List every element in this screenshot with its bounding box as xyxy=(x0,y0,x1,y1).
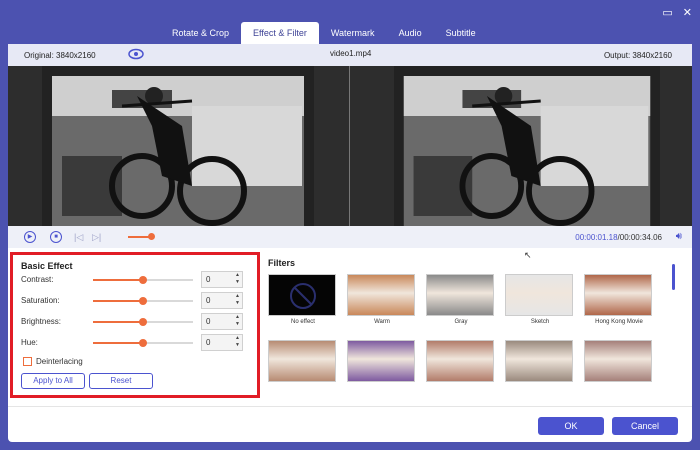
tab-subtitle[interactable]: Subtitle xyxy=(434,22,488,44)
brightness-row: Brightness: 0 ▲ ▼ xyxy=(21,313,251,331)
previous-frame-icon[interactable]: |◁ xyxy=(74,232,83,243)
file-name: video1.mp4 xyxy=(330,49,372,58)
original-preview xyxy=(42,66,314,226)
original-resolution: Original: 3840x2160 xyxy=(24,51,96,60)
hue-row: Hue: 0 ▲ ▼ xyxy=(21,334,251,352)
filter-thumbnail[interactable] xyxy=(268,340,336,382)
close-icon[interactable]: ✕ xyxy=(683,6,692,19)
tab-watermark[interactable]: Watermark xyxy=(319,22,387,44)
saturation-label: Saturation: xyxy=(21,296,60,305)
hue-handle[interactable] xyxy=(139,339,147,347)
preview-info-bar: Original: 3840x2160 video1.mp4 Output: 3… xyxy=(8,44,692,66)
filter-thumbnail[interactable] xyxy=(505,274,573,316)
mouse-cursor-icon: ↖ xyxy=(524,250,532,260)
dialog-footer: OK Cancel xyxy=(8,406,692,442)
filter-thumbnail[interactable] xyxy=(426,340,494,382)
saturation-value: 0 xyxy=(206,296,211,305)
next-frame-icon[interactable]: ▷| xyxy=(92,232,101,243)
cancel-button[interactable]: Cancel xyxy=(612,417,678,435)
filter-thumbnail[interactable] xyxy=(268,274,336,316)
ok-button[interactable]: OK xyxy=(538,417,604,435)
contrast-handle[interactable] xyxy=(139,276,147,284)
brightness-value: 0 xyxy=(206,317,211,326)
saturation-stepper[interactable]: 0 ▲ ▼ xyxy=(201,292,243,309)
maximize-icon[interactable]: ▭ xyxy=(662,6,672,19)
stepper-arrows-icon[interactable]: ▲ ▼ xyxy=(235,335,240,349)
brightness-slider[interactable] xyxy=(93,318,193,326)
deinterlacing-checkbox[interactable] xyxy=(23,357,32,367)
filter-label: No effect xyxy=(291,319,315,325)
editor-tabs: Rotate & Crop Effect & Filter Watermark … xyxy=(160,22,488,44)
filter-thumbnail[interactable] xyxy=(584,340,652,382)
output-preview xyxy=(394,66,660,226)
saturation-row: Saturation: 0 ▲ ▼ xyxy=(21,292,251,310)
play-button[interactable]: ▶ xyxy=(24,231,36,243)
contrast-stepper[interactable]: 0 ▲ ▼ xyxy=(201,271,243,288)
current-time: 00:00:01.18 xyxy=(575,233,618,242)
hue-stepper[interactable]: 0 ▲ ▼ xyxy=(201,334,243,351)
volume-slider-handle[interactable] xyxy=(147,233,155,240)
brightness-stepper[interactable]: 0 ▲ ▼ xyxy=(201,313,243,330)
stop-button[interactable]: ■ xyxy=(50,231,62,243)
filter-thumbnail[interactable] xyxy=(347,340,415,382)
basic-effect-panel: Basic Effect Contrast: 0 ▲ ▼ Saturation: 0… xyxy=(10,252,260,398)
filter-label: Hong Kong Movie xyxy=(595,319,643,325)
apply-to-all-button[interactable]: Apply to All xyxy=(21,373,85,389)
tab-rotate-crop[interactable]: Rotate & Crop xyxy=(160,22,241,44)
filters-scrollbar[interactable] xyxy=(672,264,675,290)
filter-thumbnail[interactable] xyxy=(347,274,415,316)
deinterlacing-option[interactable]: Deinterlacing xyxy=(23,357,83,367)
saturation-fill xyxy=(93,300,143,302)
filter-thumbnail[interactable] xyxy=(584,274,652,316)
output-resolution: Output: 3840x2160 xyxy=(603,51,672,60)
filter-label: Gray xyxy=(454,319,468,325)
hue-label: Hue: xyxy=(21,338,38,347)
stepper-arrows-icon[interactable]: ▲ ▼ xyxy=(235,293,240,307)
saturation-slider[interactable] xyxy=(93,297,193,305)
window-buttons: ▭ ✕ xyxy=(662,6,692,19)
filter-label: Sketch xyxy=(530,319,550,325)
hue-slider[interactable] xyxy=(93,339,193,347)
brightness-label: Brightness: xyxy=(21,317,62,326)
brightness-fill xyxy=(93,321,143,323)
no-effect-icon xyxy=(290,283,316,309)
brightness-handle[interactable] xyxy=(139,318,147,326)
contrast-label: Contrast: xyxy=(21,275,54,284)
filters-title: Filters xyxy=(268,258,296,268)
contrast-row: Contrast: 0 ▲ ▼ xyxy=(21,271,251,289)
hue-value: 0 xyxy=(206,338,211,347)
tab-audio[interactable]: Audio xyxy=(387,22,434,44)
filter-thumbnail[interactable] xyxy=(426,274,494,316)
reset-button[interactable]: Reset xyxy=(89,373,153,389)
filters-panel: Filters No effect Warm Gray Sketch Hong Kong… xyxy=(268,252,680,404)
stepper-arrows-icon[interactable]: ▲ ▼ xyxy=(235,272,240,286)
contrast-value: 0 xyxy=(206,275,211,284)
preview-area xyxy=(8,66,692,226)
tab-effect-filter[interactable]: Effect & Filter xyxy=(241,22,319,44)
eye-icon[interactable] xyxy=(128,48,144,62)
volume-icon[interactable]: 🔊︎ xyxy=(676,231,682,242)
video-editor-window: ▭ ✕ Rotate & Crop Effect & Filter Waterm… xyxy=(0,0,700,450)
playback-controls: ▶ ■ |◁ ▷| 00:00:01.18/00:00:34.06 🔊︎ xyxy=(8,226,692,248)
preview-divider xyxy=(349,66,350,226)
stepper-arrows-icon[interactable]: ▲ ▼ xyxy=(235,314,240,328)
hue-fill xyxy=(93,342,143,344)
filter-label: Warm xyxy=(374,319,390,325)
contrast-slider[interactable] xyxy=(93,276,193,284)
saturation-handle[interactable] xyxy=(139,297,147,305)
contrast-fill xyxy=(93,279,143,281)
total-time: /00:00:34.06 xyxy=(617,233,662,242)
playback-time: 00:00:01.18/00:00:34.06 xyxy=(575,233,662,242)
basic-effect-title: Basic Effect xyxy=(21,261,73,271)
deinterlacing-label: Deinterlacing xyxy=(36,357,83,366)
filter-thumbnail[interactable] xyxy=(505,340,573,382)
